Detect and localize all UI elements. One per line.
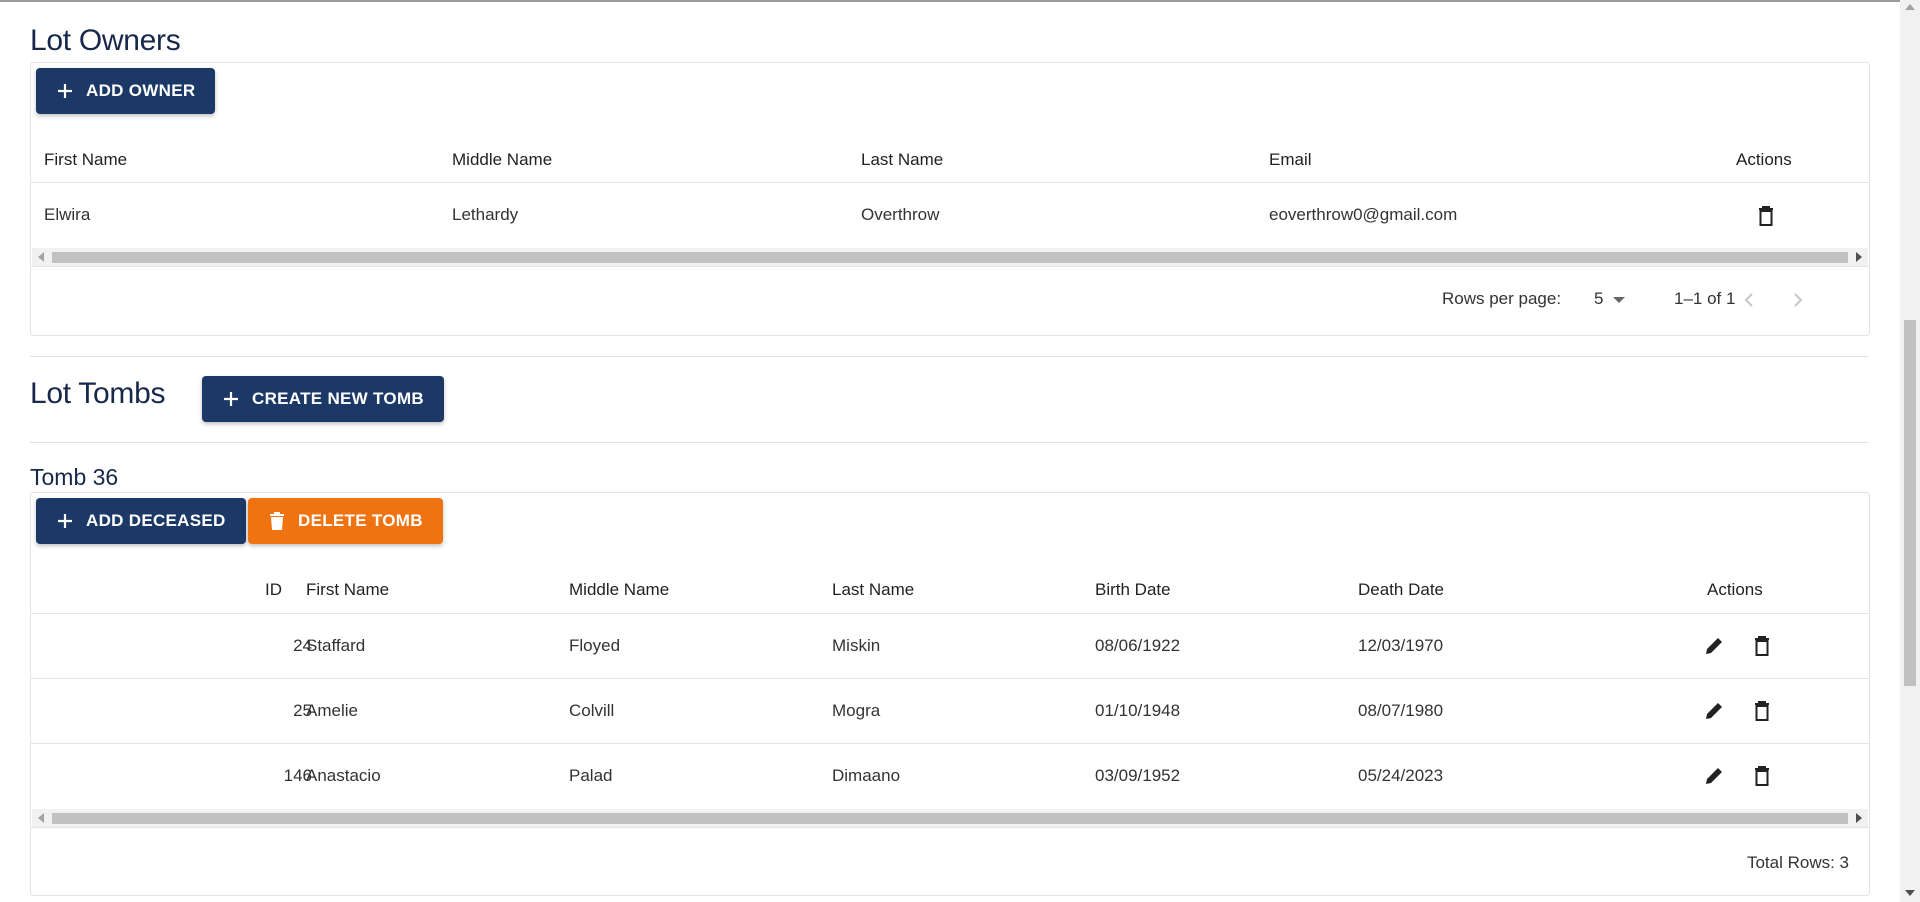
deceased-death-date: 05/24/2023 [1358,766,1444,785]
add-deceased-button[interactable]: ADD DECEASED [36,498,246,544]
plus-icon [56,512,74,530]
pencil-icon [1706,768,1722,784]
column-header[interactable]: Last Name [861,150,943,170]
top-border [0,0,1900,2]
pagination-range: 1–1 of 1 [1674,289,1736,308]
owners-card: ADD OWNER First Name Middle Name Last Na… [30,62,1870,336]
section-divider [30,356,1868,357]
column-header[interactable]: Middle Name [452,150,552,170]
scrollbar-thumb[interactable] [52,813,1848,824]
section-divider [30,442,1868,443]
column-header[interactable]: First Name [306,580,389,600]
deceased-last-name: Dimaano [832,766,901,785]
edit-deceased-button[interactable] [1701,698,1727,724]
deceased-birth-date: 03/09/1952 [1095,766,1181,785]
chevron-left-icon [1744,293,1753,307]
pencil-icon [1706,703,1722,719]
owner-email: eoverthrow0@gmail.com [1269,205,1458,224]
table-row[interactable]: Elwira Lethardy Overthrow eoverthrow0@gm… [31,183,1869,247]
rows-per-page-label: Rows per page: [1442,289,1562,308]
column-header[interactable]: Email [1269,150,1312,170]
tomb-card: ADD DECEASED DELETE TOMB ID First Name M… [30,492,1870,896]
owner-middle-name: Lethardy [452,205,519,224]
tomb-table-header: ID First Name Middle Name Last Name Birt… [31,563,1869,619]
column-header[interactable]: Last Name [832,580,914,600]
total-rows: Total Rows: 3 [1746,853,1849,872]
deceased-first-name: Anastacio [306,766,381,785]
deceased-last-name: Mogra [832,701,881,720]
delete-owner-button[interactable] [1753,203,1779,229]
scroll-right-arrow[interactable] [1856,813,1862,823]
deceased-middle-name: Colvill [569,701,615,720]
plus-icon [222,390,240,408]
add-owner-label: ADD OWNER [86,81,196,100]
scrollbar-thumb[interactable] [1904,320,1916,686]
owners-pagination: Rows per page: 5 1–1 of 1 [31,267,1869,333]
scroll-down-arrow[interactable] [1905,890,1915,896]
scroll-up-arrow[interactable] [1905,4,1915,10]
owner-last-name: Overthrow [861,205,940,224]
deceased-middle-name: Palad [569,766,613,785]
column-header[interactable]: Middle Name [569,580,669,600]
table-row[interactable]: 146 Anastacio Palad Dimaano 03/09/1952 0… [31,744,1869,808]
tomb-horizontal-scrollbar[interactable] [32,809,1868,827]
deceased-first-name: Staffard [306,636,366,655]
lot-owners-title: Lot Owners [30,24,181,57]
column-header: Actions [1707,580,1763,599]
trash-icon [1759,206,1773,226]
pencil-icon [1706,638,1722,654]
chevron-right-icon [1794,293,1803,307]
page-vertical-scrollbar[interactable] [1900,0,1920,902]
owner-first-name: Elwira [44,205,91,224]
column-header[interactable]: First Name [44,150,127,170]
deceased-birth-date: 01/10/1948 [1095,701,1181,720]
plus-icon [56,82,74,100]
scroll-left-arrow[interactable] [38,813,44,823]
deceased-death-date: 12/03/1970 [1358,636,1444,655]
column-header[interactable]: Death Date [1358,580,1444,600]
delete-tomb-button[interactable]: DELETE TOMB [248,498,443,544]
divider [31,827,1869,828]
deceased-middle-name: Floyed [569,636,621,655]
delete-deceased-button[interactable] [1749,763,1775,789]
deceased-last-name: Miskin [832,636,881,655]
owners-horizontal-scrollbar[interactable] [32,248,1868,266]
table-row[interactable]: 25 Amelie Colvill Mogra 01/10/1948 08/07… [31,679,1869,743]
scroll-right-arrow[interactable] [1856,252,1862,262]
scroll-left-arrow[interactable] [38,252,44,262]
scrollbar-thumb[interactable] [52,252,1848,263]
column-header[interactable]: Birth Date [1095,580,1171,600]
create-new-tomb-button[interactable]: CREATE NEW TOMB [202,376,444,422]
trash-icon [1755,701,1769,721]
lot-tombs-title: Lot Tombs [30,377,166,410]
owners-table-header: First Name Middle Name Last Name Email A… [31,133,1869,189]
caret-down-icon [1613,296,1626,303]
deceased-birth-date: 08/06/1922 [1095,636,1181,655]
delete-deceased-button[interactable] [1749,698,1775,724]
delete-tomb-label: DELETE TOMB [298,511,423,530]
trash-icon [1755,636,1769,656]
rows-per-page-value: 5 [1594,289,1604,308]
next-page-button[interactable] [1785,287,1811,313]
edit-deceased-button[interactable] [1701,763,1727,789]
create-new-tomb-label: CREATE NEW TOMB [252,389,424,408]
trash-icon [1755,766,1769,786]
rows-per-page-select[interactable]: 5 [1594,289,1626,309]
add-deceased-label: ADD DECEASED [86,511,226,530]
deceased-death-date: 08/07/1980 [1358,701,1444,720]
add-owner-button[interactable]: ADD OWNER [36,68,216,114]
previous-page-button[interactable] [1736,287,1762,313]
edit-deceased-button[interactable] [1701,633,1727,659]
tomb-title: Tomb 36 [30,464,119,490]
deceased-first-name: Amelie [306,701,358,720]
delete-deceased-button[interactable] [1749,633,1775,659]
trash-icon [268,512,286,530]
column-header[interactable]: ID [265,580,282,600]
table-row[interactable]: 24 Staffard Floyed Miskin 08/06/1922 12/… [31,614,1869,678]
column-header: Actions [1736,150,1792,169]
